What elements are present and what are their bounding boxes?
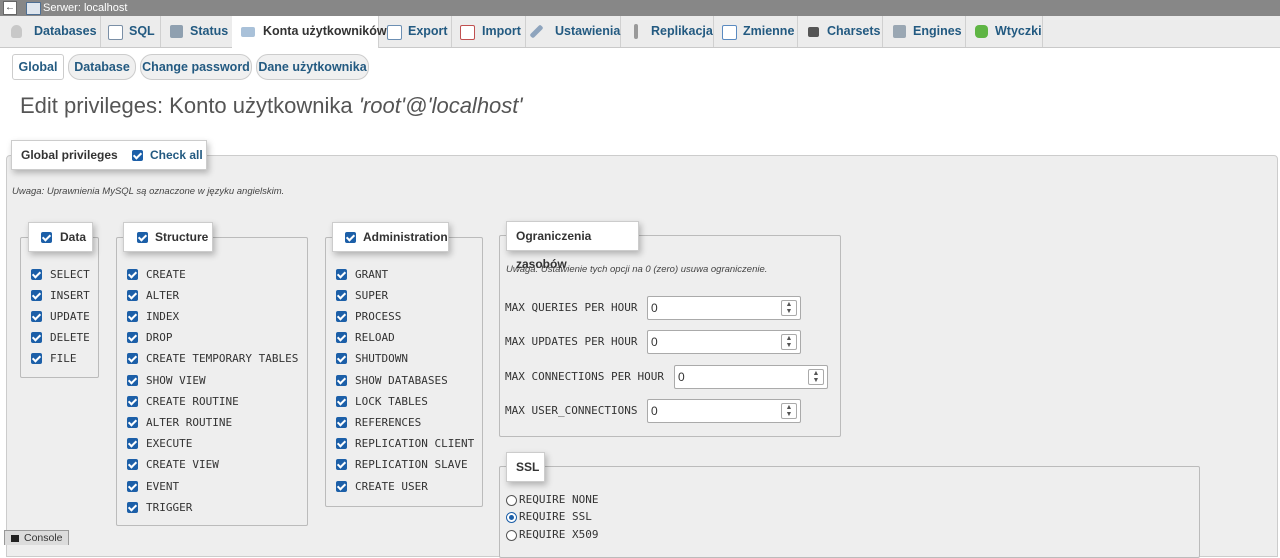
tab-konta-uzytkownikow[interactable]: Konta użytkowników [232, 16, 387, 48]
checkbox[interactable] [336, 417, 347, 428]
require-none-label[interactable]: REQUIRE NONE [519, 493, 598, 506]
structure-legend: Structure [123, 222, 213, 252]
tab-replikacja[interactable]: Replikacja [620, 16, 714, 47]
max-user-connections-input[interactable]: 0 ▲ ▼ [647, 399, 801, 423]
console-icon [11, 535, 19, 542]
status-icon [170, 25, 183, 38]
checkbox[interactable] [336, 375, 347, 386]
checkbox[interactable] [336, 438, 347, 449]
checkbox[interactable] [127, 375, 138, 386]
page-title: Edit privileges: Konto użytkownika 'root… [20, 93, 523, 118]
users-icon [241, 27, 255, 37]
tab-engines[interactable]: Engines [882, 16, 966, 47]
ssl-legend: SSL [506, 452, 545, 482]
checkbox[interactable] [127, 396, 138, 407]
charsets-icon [808, 27, 819, 37]
settings-wrench-icon [529, 24, 544, 39]
checkbox[interactable] [336, 481, 347, 492]
engines-icon [893, 25, 906, 38]
tab-wtyczki[interactable]: Wtyczki [965, 16, 1043, 47]
export-icon [387, 25, 402, 40]
replication-icon [634, 24, 638, 39]
subtab-dane-uzytkownika[interactable]: Dane użytkownika [256, 54, 369, 80]
database-icon [11, 25, 22, 38]
plugins-icon [975, 25, 988, 38]
spinner-icon[interactable]: ▲ ▼ [781, 300, 797, 316]
tab-charsets[interactable]: Charsets [797, 16, 883, 47]
max-connections-input[interactable]: 0 ▲ ▼ [674, 365, 828, 389]
variables-icon [722, 25, 737, 40]
checkbox[interactable] [336, 353, 347, 364]
checkbox[interactable] [127, 459, 138, 470]
check-all-label[interactable]: Check all [150, 141, 203, 169]
server-title: Serwer: localhost [43, 2, 128, 14]
checkbox[interactable] [336, 311, 347, 322]
checkbox[interactable] [336, 396, 347, 407]
tab-ustawienia[interactable]: Ustawienia [525, 16, 621, 47]
data-check-all-checkbox[interactable] [41, 232, 52, 243]
checkbox[interactable] [127, 481, 138, 492]
checkbox[interactable] [31, 269, 42, 280]
collapse-toggle-icon[interactable]: ← [3, 1, 17, 15]
global-privileges-label: Global privileges [21, 148, 118, 162]
subtab-global[interactable]: Global [12, 54, 64, 80]
checkbox[interactable] [31, 353, 42, 364]
subtab-database[interactable]: Database [68, 54, 136, 80]
tab-databases[interactable]: Databases [0, 16, 101, 47]
max-queries-input[interactable]: 0 ▲ ▼ [647, 296, 801, 320]
resource-limits-legend: Ograniczenia zasobów [506, 221, 639, 271]
structure-fieldset [116, 237, 308, 526]
structure-check-all-checkbox[interactable] [137, 232, 148, 243]
checkbox[interactable] [127, 311, 138, 322]
checkbox[interactable] [127, 290, 138, 301]
checkbox[interactable] [336, 290, 347, 301]
checkbox[interactable] [336, 332, 347, 343]
tab-zmienne[interactable]: Zmienne [713, 16, 798, 47]
account-name: 'root'@'localhost' [358, 93, 523, 118]
main-tabs: Databases SQL Status Konta użytkowników … [0, 16, 1280, 48]
sql-icon [108, 25, 123, 40]
require-x509-label[interactable]: REQUIRE X509 [519, 528, 598, 541]
subtab-change-password[interactable]: Change password [140, 54, 252, 80]
global-privileges-legend: Global privileges Check all [11, 140, 207, 170]
require-ssl-radio[interactable] [506, 512, 517, 523]
checkbox[interactable] [31, 332, 42, 343]
spinner-icon[interactable]: ▲ ▼ [808, 369, 824, 385]
administration-check-all-checkbox[interactable] [345, 232, 356, 243]
spinner-icon[interactable]: ▲ ▼ [781, 403, 797, 419]
require-none-radio[interactable] [506, 495, 517, 506]
checkbox[interactable] [127, 332, 138, 343]
checkbox[interactable] [127, 502, 138, 513]
checkbox[interactable] [31, 290, 42, 301]
server-icon [26, 2, 41, 15]
max-updates-input[interactable]: 0 ▲ ▼ [647, 330, 801, 354]
checkbox[interactable] [31, 311, 42, 322]
tab-import[interactable]: Import [451, 16, 526, 47]
checkbox[interactable] [127, 438, 138, 449]
checkbox[interactable] [336, 269, 347, 280]
tab-sql[interactable]: SQL [100, 16, 161, 47]
ssl-fieldset [499, 466, 1200, 558]
data-legend: Data [28, 222, 93, 252]
checkbox[interactable] [336, 459, 347, 470]
require-ssl-label[interactable]: REQUIRE SSL [519, 510, 592, 523]
server-titlebar: ← Serwer: localhost [0, 0, 1280, 16]
check-all-checkbox[interactable] [132, 150, 143, 161]
privileges-note: Uwaga: Uprawnienia MySQL są oznaczone w … [12, 186, 285, 197]
checkbox[interactable] [127, 353, 138, 364]
tab-status[interactable]: Status [160, 16, 233, 47]
administration-legend: Administration [332, 222, 449, 252]
tab-export[interactable]: Export [378, 16, 452, 47]
checkbox[interactable] [127, 269, 138, 280]
spinner-icon[interactable]: ▲ ▼ [781, 334, 797, 350]
require-x509-radio[interactable] [506, 530, 517, 541]
checkbox[interactable] [127, 417, 138, 428]
import-icon [460, 25, 475, 40]
resource-limits-note: Uwaga: Ustawienie tych opcji na 0 (zero)… [506, 264, 768, 275]
console-toggle[interactable]: Console [4, 530, 69, 545]
